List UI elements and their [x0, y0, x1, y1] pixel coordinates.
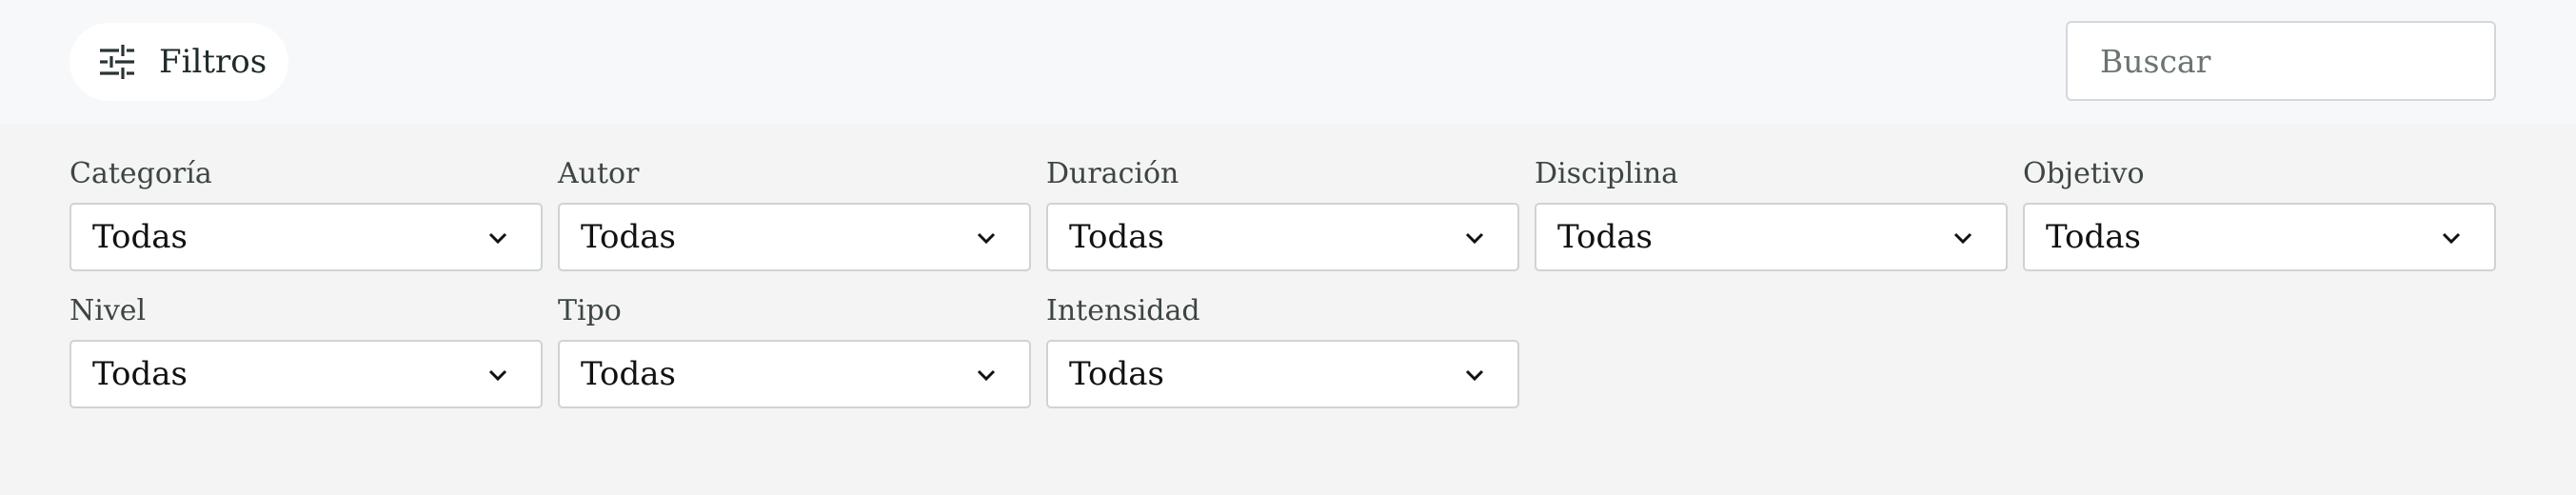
filters-toolbar: Filtros — [0, 0, 2576, 124]
chevron-down-icon — [2441, 228, 2462, 248]
chevron-down-icon — [976, 228, 997, 248]
filter-label: Tipo — [558, 294, 622, 327]
filter-duracion: Duración Todas — [1046, 155, 1519, 271]
chevron-down-icon — [487, 365, 508, 386]
chevron-down-icon — [1464, 228, 1485, 248]
filter-intensidad: Intensidad Todas — [1046, 292, 1519, 408]
select-value: Todas — [581, 355, 676, 393]
chevron-down-icon — [1952, 228, 1973, 248]
filter-disciplina: Disciplina Todas — [1535, 155, 2008, 271]
categoria-select[interactable]: Todas — [69, 203, 543, 271]
intensidad-select[interactable]: Todas — [1046, 340, 1519, 408]
disciplina-select[interactable]: Todas — [1535, 203, 2008, 271]
duracion-select[interactable]: Todas — [1046, 203, 1519, 271]
select-value: Todas — [92, 355, 188, 393]
filter-tipo: Tipo Todas — [558, 292, 1031, 408]
objetivo-select[interactable]: Todas — [2023, 203, 2496, 271]
filter-label: Disciplina — [1535, 157, 1679, 190]
select-value: Todas — [2046, 218, 2141, 256]
filter-label: Intensidad — [1046, 294, 1200, 327]
search-input[interactable] — [2066, 21, 2496, 101]
filters-button-label: Filtros — [159, 43, 268, 81]
select-value: Todas — [92, 218, 188, 256]
filters-panel: Categoría Todas Autor Todas Duración Tod… — [0, 124, 2576, 495]
select-value: Todas — [1069, 355, 1164, 393]
nivel-select[interactable]: Todas — [69, 340, 543, 408]
filter-label: Nivel — [69, 294, 147, 327]
filter-label: Duración — [1046, 157, 1179, 190]
sliders-icon — [98, 43, 136, 81]
chevron-down-icon — [976, 365, 997, 386]
filter-autor: Autor Todas — [558, 155, 1031, 271]
filters-toggle-button[interactable]: Filtros — [69, 23, 288, 101]
filter-nivel: Nivel Todas — [69, 292, 543, 408]
filter-categoria: Categoría Todas — [69, 155, 543, 271]
select-value: Todas — [1557, 218, 1653, 256]
chevron-down-icon — [487, 228, 508, 248]
chevron-down-icon — [1464, 365, 1485, 386]
select-value: Todas — [1069, 218, 1164, 256]
filter-objetivo: Objetivo Todas — [2023, 155, 2496, 271]
select-value: Todas — [581, 218, 676, 256]
filter-label: Objetivo — [2023, 157, 2145, 190]
tipo-select[interactable]: Todas — [558, 340, 1031, 408]
filter-label: Autor — [558, 157, 640, 190]
autor-select[interactable]: Todas — [558, 203, 1031, 271]
filter-label: Categoría — [69, 157, 212, 190]
